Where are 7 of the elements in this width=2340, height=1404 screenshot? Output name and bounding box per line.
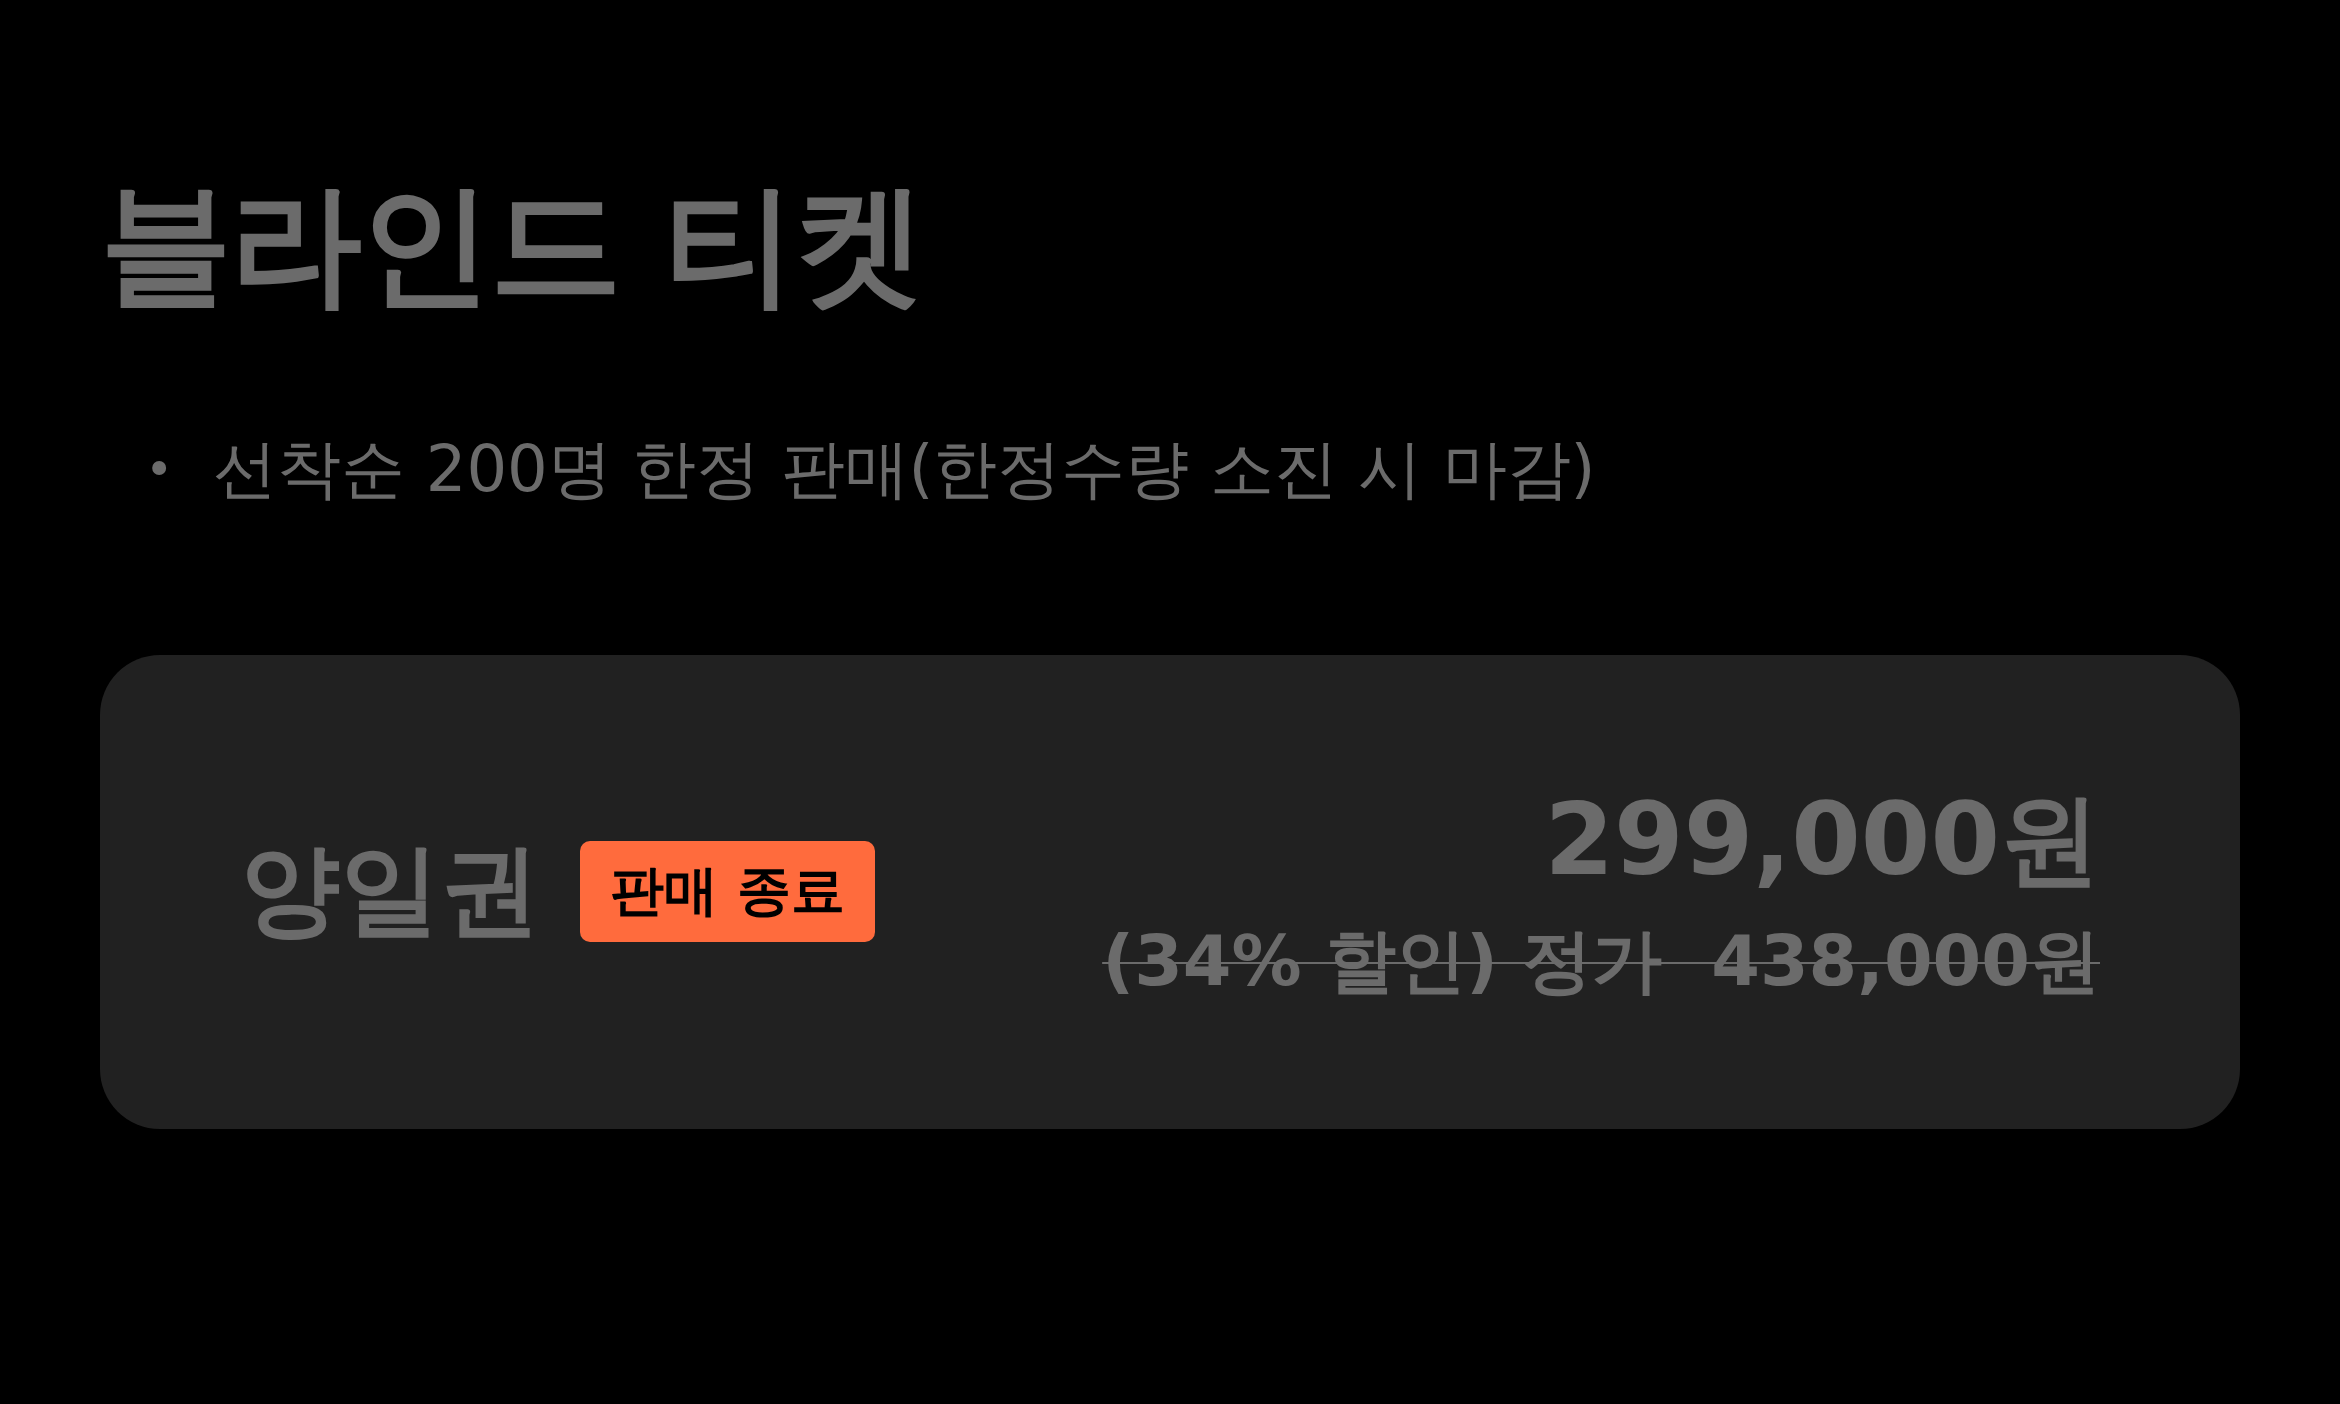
- status-badge: 판매 종료: [580, 841, 875, 943]
- bullet-mark: •: [145, 440, 174, 500]
- original-price: (34% 할인) 정가 438,000원: [1102, 919, 2100, 1005]
- page-title: 블라인드 티켓: [100, 172, 925, 318]
- ticket-name: 양일권: [240, 830, 540, 951]
- notice-text: 선착순 200명 한정 판매(한정수량 소진 시 마감): [213, 431, 1596, 509]
- sale-price: 299,000원: [1544, 780, 2100, 901]
